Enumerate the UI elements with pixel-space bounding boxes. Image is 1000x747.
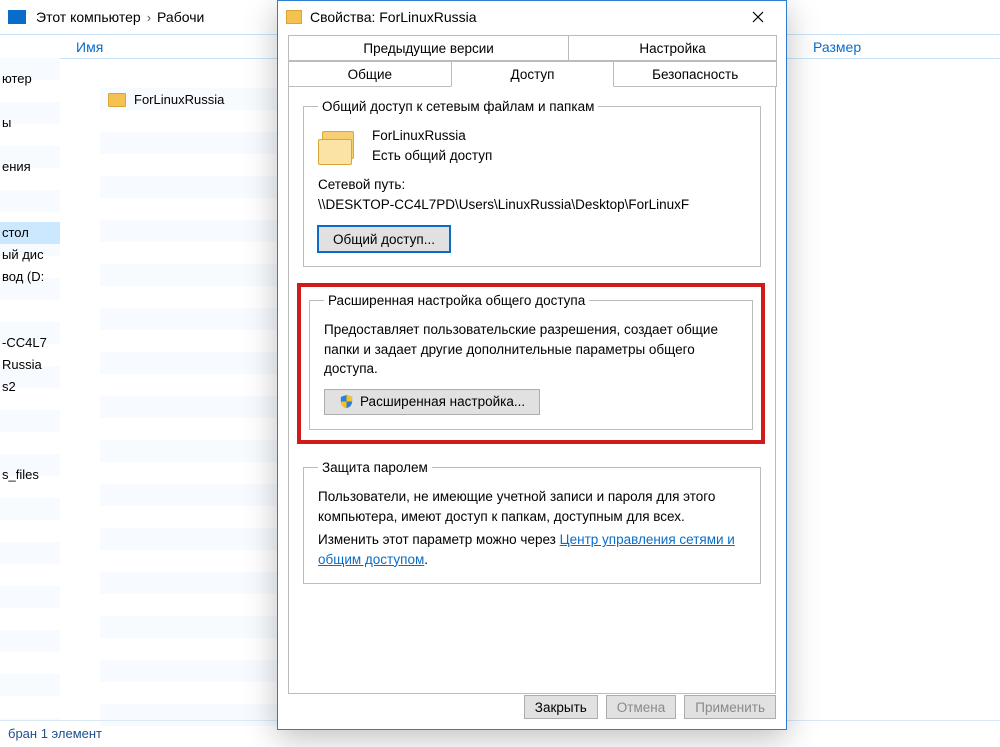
group-legend: Защита паролем <box>318 460 432 475</box>
share-name: ForLinuxRussia <box>372 126 492 146</box>
tree-item[interactable]: ения <box>0 156 60 178</box>
column-size[interactable]: Размер <box>785 35 861 58</box>
tab-security[interactable]: Безопасность <box>613 61 777 87</box>
list-item[interactable]: ForLinuxRussia <box>100 88 285 112</box>
tree-item[interactable]: ый дис <box>0 244 60 266</box>
close-dialog-button[interactable]: Закрыть <box>524 695 598 719</box>
close-icon <box>752 11 764 23</box>
folder-icon <box>286 10 302 24</box>
tab-sheet: Предыдущие версии Настройка Общие Доступ… <box>288 35 776 694</box>
tree-item[interactable]: -CC4L7 <box>0 332 60 354</box>
share-status: Есть общий доступ <box>372 146 492 166</box>
shield-icon <box>339 394 354 409</box>
group-legend: Общий доступ к сетевым файлам и папкам <box>318 99 598 114</box>
password-change-line: Изменить этот параметр можно через Центр… <box>318 530 746 569</box>
password-change-suffix: . <box>424 552 428 567</box>
column-name[interactable]: Имя <box>60 35 285 58</box>
properties-dialog: Свойства: ForLinuxRussia Предыдущие верс… <box>277 0 787 730</box>
tab-sharing[interactable]: Доступ <box>451 61 615 87</box>
advanced-btn-label: Расширенная настройка... <box>360 394 525 409</box>
group-network-sharing: Общий доступ к сетевым файлам и папкам F… <box>303 99 761 267</box>
advanced-desc: Предоставляет пользовательские разрешени… <box>324 320 738 379</box>
apply-button[interactable]: Применить <box>684 695 776 719</box>
dialog-button-row: Закрыть Отмена Применить <box>288 695 776 719</box>
dialog-title: Свойства: ForLinuxRussia <box>310 9 738 25</box>
tab-body: Общий доступ к сетевым файлам и папкам F… <box>288 86 776 694</box>
highlight-box: Расширенная настройка общего доступа Пре… <box>297 283 765 444</box>
shared-folder-icon <box>318 127 360 165</box>
tree-item[interactable]: ютер <box>0 68 60 90</box>
list-item-label: ForLinuxRussia <box>134 88 224 112</box>
folder-icon <box>108 93 126 107</box>
tab-customize[interactable]: Настройка <box>568 35 777 61</box>
breadcrumb-segment[interactable]: Этот компьютер <box>36 9 141 25</box>
netpath-value: \\DESKTOP-CC4L7PD\Users\LinuxRussia\Desk… <box>318 195 746 215</box>
tab-general[interactable]: Общие <box>288 61 452 87</box>
group-legend: Расширенная настройка общего доступа <box>324 293 589 308</box>
tree-item[interactable]: Russia <box>0 354 60 376</box>
breadcrumb-segment[interactable]: Рабочи <box>157 9 204 25</box>
group-password-protection: Защита паролем Пользователи, не имеющие … <box>303 460 761 584</box>
this-pc-icon <box>8 10 26 24</box>
advanced-sharing-button[interactable]: Расширенная настройка... <box>324 389 540 415</box>
cancel-button[interactable]: Отмена <box>606 695 676 719</box>
close-button[interactable] <box>738 3 778 31</box>
group-advanced-sharing: Расширенная настройка общего доступа Пре… <box>309 293 753 430</box>
tree-item-selected[interactable]: стол <box>0 222 60 244</box>
tree-item[interactable]: вод (D: <box>0 266 60 288</box>
tab-previous-versions[interactable]: Предыдущие версии <box>288 35 569 61</box>
navigation-tree[interactable]: ютер ы ения стол ый дис вод (D: -CC4L7 R… <box>0 58 60 720</box>
tree-item[interactable]: s_files <box>0 464 60 486</box>
tree-item[interactable]: ы <box>0 112 60 134</box>
chevron-right-icon: › <box>141 10 157 25</box>
netpath-label: Сетевой путь: <box>318 175 746 195</box>
file-listing[interactable]: ForLinuxRussia <box>100 88 285 728</box>
share-button[interactable]: Общий доступ... <box>318 226 450 252</box>
password-change-prefix: Изменить этот параметр можно через <box>318 532 560 547</box>
tree-item[interactable]: s2 <box>0 376 60 398</box>
title-bar[interactable]: Свойства: ForLinuxRussia <box>278 1 786 33</box>
password-desc: Пользователи, не имеющие учетной записи … <box>318 487 746 526</box>
status-text: бран 1 элемент <box>8 726 102 741</box>
